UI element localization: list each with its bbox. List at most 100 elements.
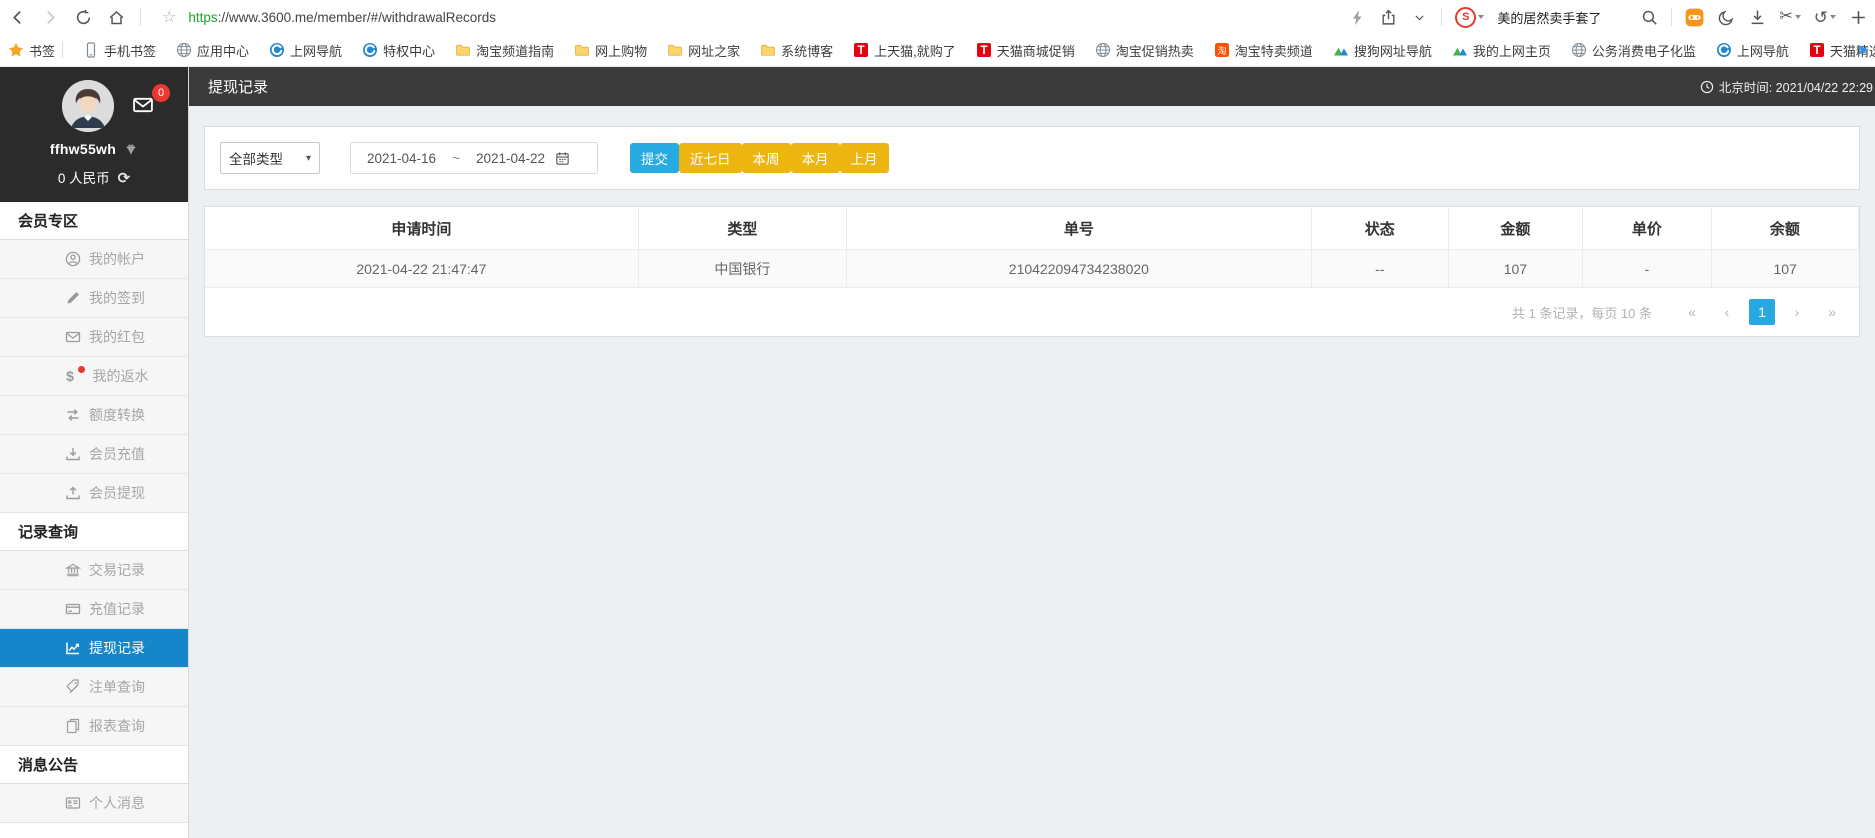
bookmarks-overflow-icon[interactable] [1855, 42, 1871, 58]
sidebar-item-label: 报表查询 [89, 718, 145, 734]
globe-icon [176, 42, 192, 58]
avatar [62, 80, 114, 132]
user-icon [65, 251, 81, 267]
bookmark-item[interactable]: 淘宝促销热卖 [1095, 41, 1194, 60]
chevron-down-icon[interactable] [1410, 8, 1428, 26]
bookmark-item[interactable]: 书签 [8, 41, 64, 60]
sidebar-section-member: 会员专区 [0, 202, 188, 240]
s2345-icon [1333, 42, 1349, 58]
globe-icon [1571, 42, 1587, 58]
sidebar-item[interactable]: 我的签到 [0, 279, 188, 318]
sidebar-item[interactable]: 我的返水 [0, 357, 188, 396]
username: ffhw55wh [0, 141, 188, 159]
game-center-icon[interactable] [1685, 8, 1704, 27]
page-title: 提现记录 [208, 79, 269, 96]
home-icon[interactable] [107, 8, 125, 26]
profile-label[interactable]: 美的居然卖手套了 [1497, 8, 1601, 27]
bookmark-item[interactable]: 公务消费电子化监 [1571, 41, 1696, 60]
type-select[interactable]: 全部类型 ▾ [220, 142, 320, 174]
pagination-button[interactable]: › [1784, 299, 1810, 325]
bookmark-item[interactable]: 网上购物 [574, 41, 647, 60]
tags-icon [65, 679, 81, 695]
sidebar-item[interactable]: 充值记录 [0, 590, 188, 629]
bookmark-item[interactable]: 淘宝特卖频道 [1214, 41, 1313, 60]
sidebar-item[interactable]: 额度转换 [0, 396, 188, 435]
sidebar-item[interactable]: 会员提现 [0, 474, 188, 513]
bookmark-item[interactable]: 淘宝频道指南 [455, 41, 554, 60]
new-tab-icon[interactable] [1849, 8, 1867, 26]
records-table: 申请时间 类型 单号 状态 金额 单价 余额 2021-04-22 21:47:47 中国银… [205, 207, 1860, 287]
pagination-button[interactable]: 1 [1749, 299, 1775, 325]
cell-apply-time: 2021-04-22 21:47:47 [205, 249, 639, 287]
column-header: 类型 [638, 207, 848, 250]
sidebar-item-label: 注单查询 [89, 679, 145, 695]
refresh-icon[interactable] [74, 8, 92, 26]
pagination-button[interactable]: » [1819, 299, 1845, 325]
filter-panel: 全部类型 ▾ 2021-04-16 ~ 2021-04-22 提交 近七日 本周… [204, 126, 1860, 190]
sidebar-item-label: 充值记录 [89, 601, 145, 617]
sidebar-item-label: 会员充值 [89, 446, 145, 462]
sidebar-item-label: 额度转换 [89, 407, 145, 423]
column-header: 单价 [1582, 207, 1712, 250]
undo-icon[interactable]: ↺ [1814, 9, 1836, 26]
report-icon [65, 718, 81, 734]
profile-s-icon[interactable]: S [1455, 6, 1485, 28]
bookmark-label: 手机书签 [104, 43, 157, 59]
sidebar-section-records: 记录查询 [0, 513, 188, 551]
sidebar-item[interactable]: 提现记录 [0, 629, 188, 668]
sidebar-item[interactable]: 个人消息 [0, 784, 188, 823]
date-range-input[interactable]: 2021-04-16 ~ 2021-04-22 [350, 142, 598, 174]
sidebar-item-label: 我的签到 [89, 290, 145, 306]
sidebar-item[interactable]: 报表查询 [0, 707, 188, 746]
bookmark-item[interactable]: 搜狗网址导航 [1333, 41, 1432, 60]
quick-range-button[interactable]: 本周 [741, 143, 791, 173]
bookmark-star-icon[interactable]: ☆ [162, 7, 176, 27]
download-icon[interactable] [1748, 8, 1766, 26]
lightning-icon[interactable] [1348, 8, 1366, 26]
date-to: 2021-04-22 [475, 150, 546, 166]
sidebar-item[interactable]: 我的帐户 [0, 240, 188, 279]
bookmark-item[interactable]: 特权中心 [362, 41, 435, 60]
bookmark-item[interactable]: 上天猫,就购了 [853, 41, 956, 60]
sidebar-item[interactable]: 会员充值 [0, 435, 188, 474]
refresh-balance-icon[interactable]: ⟳ [118, 170, 131, 187]
address-bar[interactable]: https://www.3600.me/member/#/withdrawalR… [188, 10, 496, 25]
bookmarks-divider [62, 42, 64, 58]
bookmark-label: 淘宝特卖频道 [1234, 43, 1313, 59]
bookmark-label: 网址之家 [688, 43, 741, 59]
quick-range-button[interactable]: 本月 [790, 143, 840, 173]
sidebar: 0 ffhw55wh 0 人民币 ⟳ 会员专区 我的帐户 我的签到 我的红包 我… [0, 67, 189, 838]
forward-icon[interactable] [41, 8, 59, 26]
bookmark-item[interactable]: 我的上网主页 [1452, 41, 1551, 60]
back-icon[interactable] [8, 8, 26, 26]
balance: 0 人民币 ⟳ [57, 170, 131, 187]
search-icon[interactable] [1640, 8, 1658, 26]
clipper-icon[interactable]: ✂ [1779, 9, 1801, 25]
submit-button[interactable]: 提交 [630, 143, 679, 173]
bookmark-item[interactable]: 应用中心 [176, 41, 249, 60]
user-panel: 0 ffhw55wh 0 人民币 ⟳ [0, 67, 188, 202]
bookmark-item[interactable]: 手机书签 [83, 41, 156, 60]
column-header: 状态 [1311, 207, 1449, 250]
bookmark-label: 天猫商城促销 [996, 43, 1075, 59]
tmall-icon [976, 42, 992, 58]
table-header-row: 申请时间 类型 单号 状态 金额 单价 余额 [205, 207, 1860, 250]
column-header: 单号 [846, 207, 1312, 250]
share-icon[interactable] [1379, 8, 1397, 26]
sidebar-item-label: 我的帐户 [89, 251, 145, 267]
bookmark-item[interactable]: 上网导航 [269, 41, 342, 60]
pagination-button[interactable]: « [1679, 299, 1705, 325]
quick-range-button[interactable]: 上月 [839, 143, 889, 173]
bookmark-item[interactable]: 天猫商城促销 [976, 41, 1075, 60]
night-mode-icon[interactable] [1717, 8, 1735, 26]
mail-button[interactable]: 0 [128, 84, 170, 121]
sidebar-item[interactable]: 注单查询 [0, 668, 188, 707]
bookmark-item[interactable]: 上网导航 [1716, 41, 1789, 60]
bookmark-item[interactable]: 系统博客 [760, 41, 833, 60]
quick-range-button[interactable]: 近七日 [679, 143, 742, 173]
sidebar-item[interactable]: 我的红包 [0, 318, 188, 357]
folder-icon [667, 42, 683, 58]
bookmark-item[interactable]: 网址之家 [667, 41, 740, 60]
pagination-button[interactable]: ‹ [1714, 299, 1740, 325]
sidebar-item[interactable]: 交易记录 [0, 551, 188, 590]
